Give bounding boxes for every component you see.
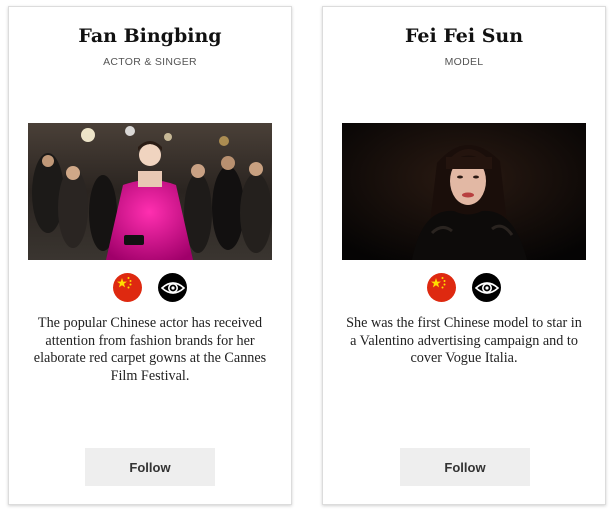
eye-icon[interactable] <box>158 273 187 302</box>
profile-description: The popular Chinese actor has received a… <box>33 315 267 384</box>
icon-row <box>9 273 291 302</box>
profile-description: She was the first Chinese model to star … <box>346 315 582 366</box>
profile-role: ACTOR & SINGER <box>103 56 197 68</box>
profile-photo <box>342 123 586 260</box>
profile-card: Fan Bingbing ACTOR & SINGER The popular … <box>8 6 292 505</box>
china-flag-icon[interactable] <box>113 273 142 302</box>
follow-button[interactable]: Follow <box>85 448 215 486</box>
profile-photo <box>28 123 272 260</box>
profile-name: Fei Fei Sun <box>404 25 524 47</box>
eye-icon[interactable] <box>472 273 501 302</box>
profile-role: MODEL <box>444 56 484 68</box>
follow-button[interactable]: Follow <box>400 448 530 486</box>
profile-card: Fei Fei Sun MODEL She was the first Chin… <box>322 6 606 505</box>
profile-name: Fan Bingbing <box>78 25 222 47</box>
icon-row <box>323 273 605 302</box>
china-flag-icon[interactable] <box>427 273 456 302</box>
